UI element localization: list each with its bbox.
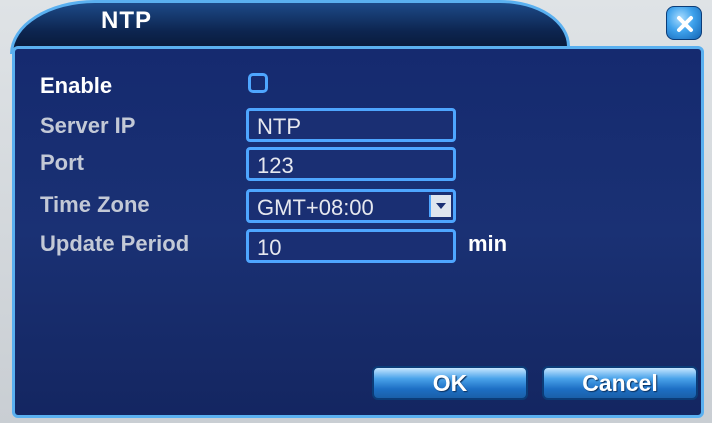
- close-icon: [677, 16, 693, 32]
- server-ip-input[interactable]: NTP: [246, 108, 456, 142]
- enable-checkbox[interactable]: [248, 73, 268, 93]
- port-value: 123: [257, 153, 294, 178]
- update-period-label: Update Period: [40, 231, 190, 256]
- server-ip-label: Server IP: [40, 113, 136, 138]
- server-ip-value: NTP: [257, 114, 301, 139]
- enable-label: Enable: [40, 73, 113, 98]
- cancel-button[interactable]: Cancel: [542, 366, 698, 400]
- update-period-input[interactable]: 10: [246, 229, 456, 263]
- update-period-unit: min: [468, 231, 508, 256]
- chevron-down-icon[interactable]: [429, 195, 451, 217]
- update-period-value: 10: [257, 235, 282, 260]
- ntp-dialog: NTP Enable Server IP NTP Port 123 Time Z…: [0, 0, 712, 423]
- port-label: Port: [40, 150, 84, 175]
- dialog-title: NTP: [101, 7, 152, 34]
- time-zone-value: GMT+08:00: [257, 195, 374, 220]
- time-zone-select[interactable]: GMT+08:00: [246, 189, 456, 223]
- close-button[interactable]: [666, 6, 702, 40]
- port-input[interactable]: 123: [246, 147, 456, 181]
- time-zone-label: Time Zone: [40, 192, 150, 217]
- ok-button[interactable]: OK: [372, 366, 528, 400]
